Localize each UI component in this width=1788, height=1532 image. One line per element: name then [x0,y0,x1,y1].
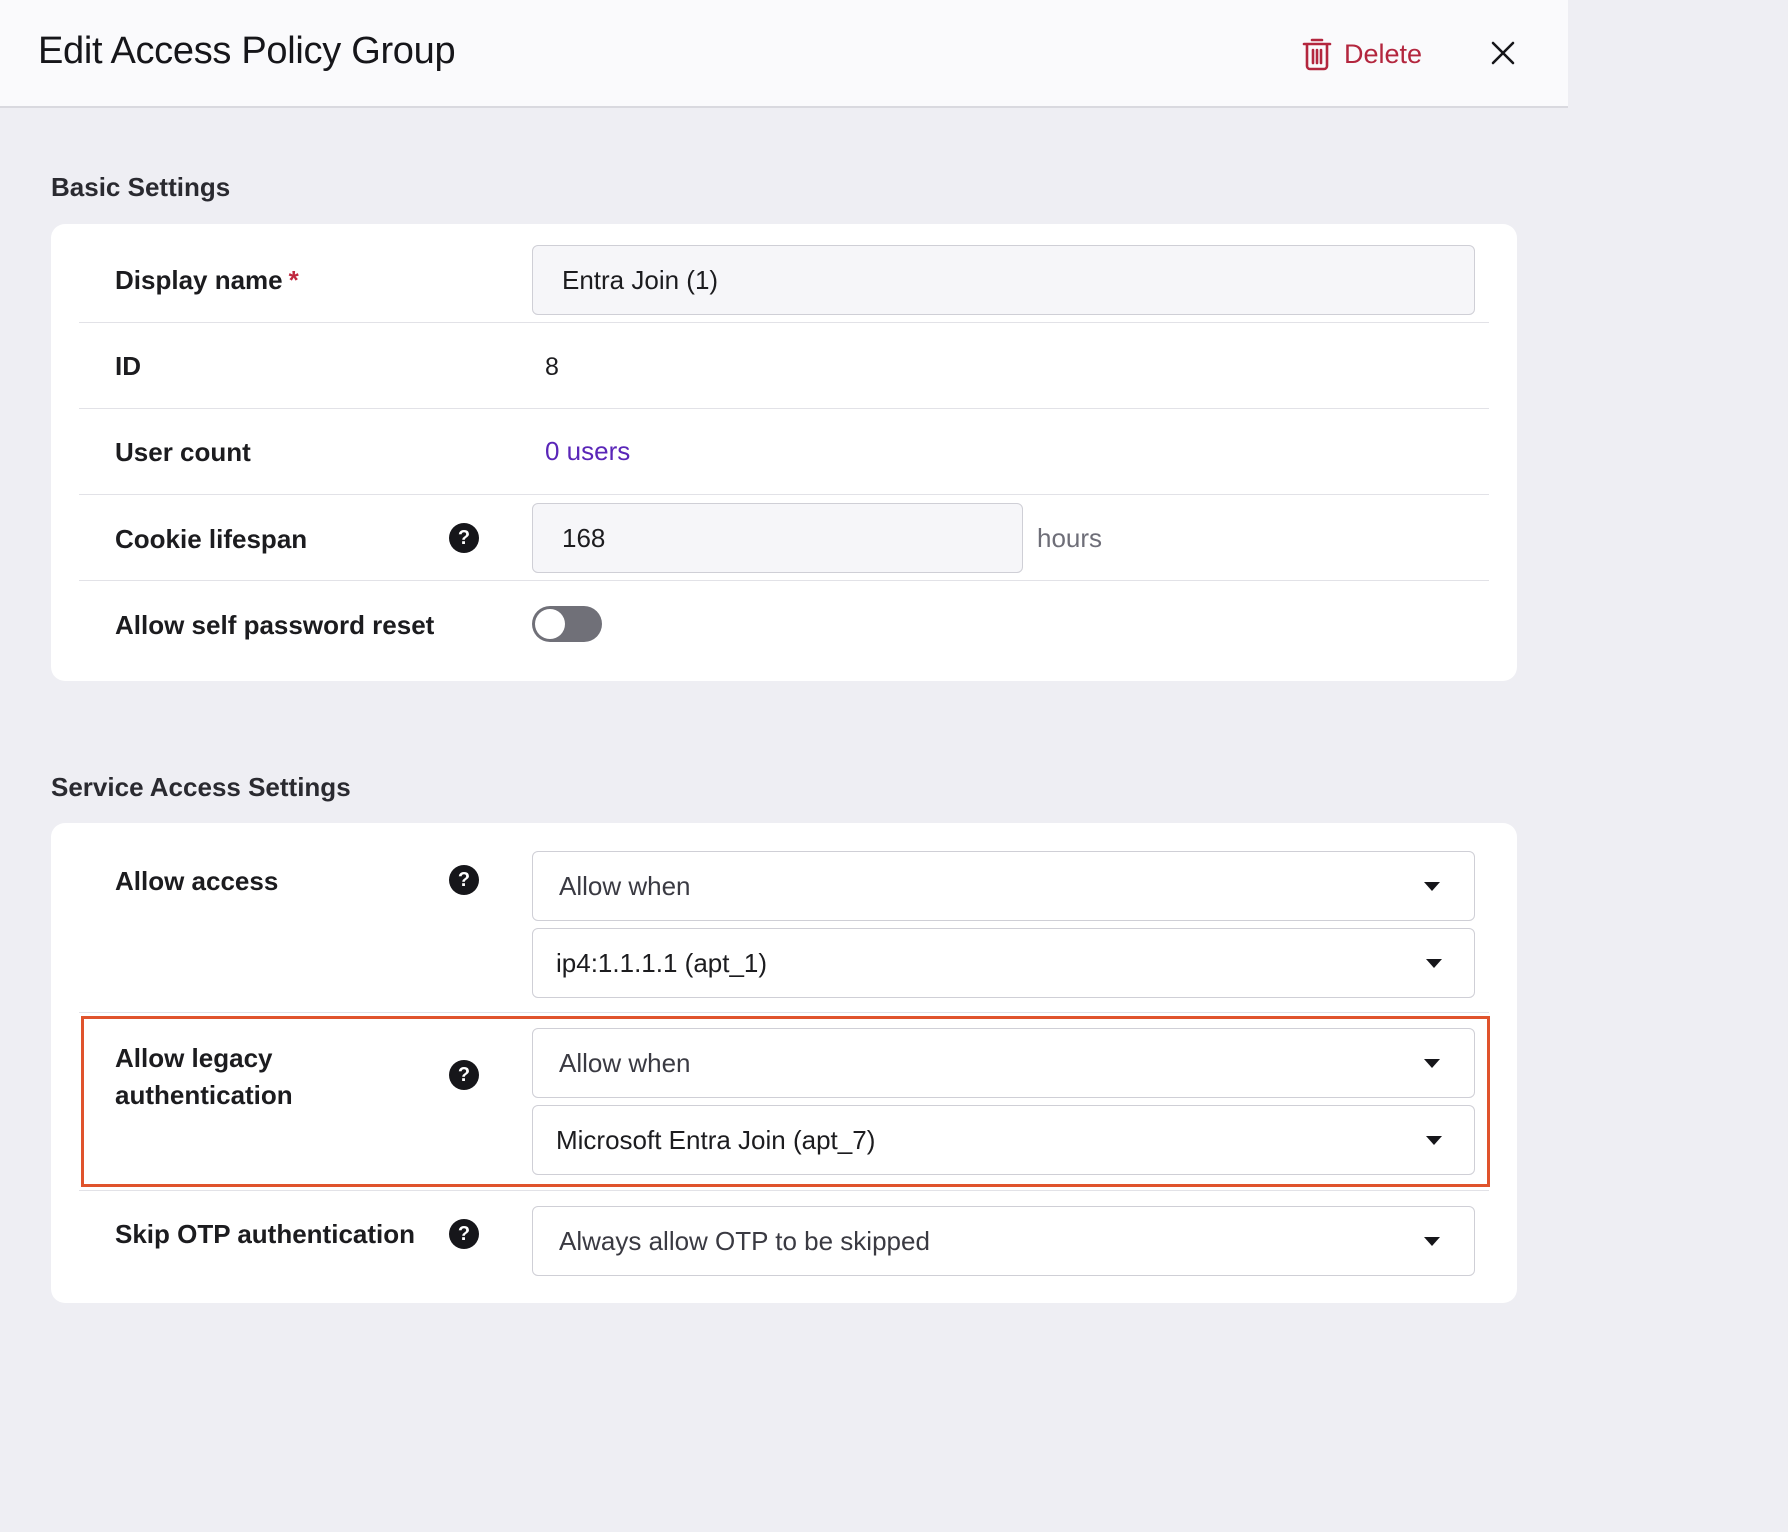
help-icon[interactable]: ? [449,865,479,895]
self-password-reset-label: Allow self password reset [115,610,435,640]
cookie-lifespan-unit: hours [1037,523,1103,553]
allow-access-condition-select[interactable]: ip4:1.1.1.1 (apt_1) [532,928,1475,998]
legacy-auth-condition-select[interactable]: Microsoft Entra Join (apt_7) [532,1105,1475,1175]
legacy-auth-row: Allow legacy authentication ? Allow when… [79,1013,1489,1191]
caret-down-icon [1424,1237,1440,1246]
allow-access-mode-value: Allow when [559,870,691,901]
trash-icon [1302,37,1332,71]
display-name-input[interactable]: Entra Join (1) [532,245,1475,315]
self-password-reset-toggle[interactable] [532,606,602,642]
basic-settings-card: Display name * Entra Join (1) ID 8 User c… [51,224,1517,681]
cookie-lifespan-input[interactable]: 168 [532,503,1023,573]
legacy-auth-condition-value: Microsoft Entra Join (apt_7) [556,1124,876,1155]
allow-access-condition-value: ip4:1.1.1.1 (apt_1) [556,947,768,978]
cookie-lifespan-row: Cookie lifespan ? 168 hours [79,495,1489,581]
self-password-reset-row: Allow self password reset [79,581,1489,681]
id-value: 8 [545,353,559,381]
legacy-auth-label: Allow legacy authentication [115,1043,293,1110]
service-access-card: Allow access ? Allow when ip4:1.1.1.1 (a… [51,823,1517,1303]
delete-button[interactable]: Delete [1302,34,1422,74]
caret-down-icon [1426,959,1442,968]
user-count-link[interactable]: 0 users [545,436,630,467]
id-row: ID 8 [79,323,1489,409]
skip-otp-row: Skip OTP authentication ? Always allow O… [79,1191,1489,1303]
id-label: ID [115,351,141,381]
dialog-header: Edit Access Policy Group Delete [0,0,1568,108]
caret-down-icon [1424,1059,1440,1068]
help-icon[interactable]: ? [449,1060,479,1090]
close-icon [1491,41,1515,65]
user-count-row: User count 0 users [79,409,1489,495]
user-count-label: User count [115,437,251,467]
allow-access-mode-select[interactable]: Allow when [532,851,1475,921]
close-button[interactable] [1486,36,1520,70]
help-icon[interactable]: ? [449,1219,479,1249]
display-name-row: Display name * Entra Join (1) [79,224,1489,323]
legacy-auth-mode-select[interactable]: Allow when [532,1028,1475,1098]
skip-otp-label: Skip OTP authentication [115,1219,416,1249]
skip-otp-select[interactable]: Always allow OTP to be skipped [532,1206,1475,1276]
allow-access-row: Allow access ? Allow when ip4:1.1.1.1 (a… [79,823,1489,1013]
toggle-knob [535,609,565,639]
caret-down-icon [1424,882,1440,891]
legacy-auth-mode-value: Allow when [559,1047,691,1078]
basic-settings-heading: Basic Settings [51,172,231,202]
delete-label: Delete [1344,38,1423,69]
display-name-label: Display name * [115,265,299,295]
caret-down-icon [1426,1136,1442,1145]
allow-access-label: Allow access [115,866,279,896]
service-access-heading: Service Access Settings [51,772,351,802]
help-icon[interactable]: ? [449,523,479,553]
required-mark: * [288,265,299,295]
cookie-lifespan-label: Cookie lifespan [115,524,308,554]
dialog-title: Edit Access Policy Group [38,30,456,72]
skip-otp-value: Always allow OTP to be skipped [559,1225,930,1256]
